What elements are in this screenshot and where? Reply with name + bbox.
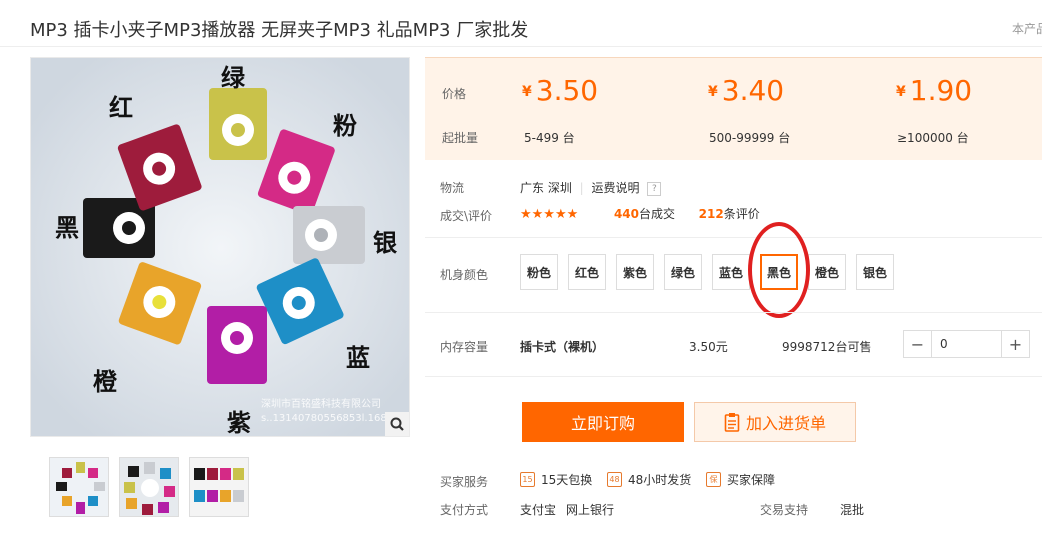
service-text: 48小时发货 (628, 473, 692, 487)
review-count[interactable]: 212 (699, 207, 724, 221)
capacity-price: 3.50元 (689, 340, 728, 354)
color-option-orange[interactable]: 橙色 (808, 254, 846, 290)
label-silver: 银 (373, 228, 397, 257)
deal-count[interactable]: 440 (614, 207, 639, 221)
price-tier-2: ¥3.40 (708, 74, 784, 107)
order-now-button[interactable]: 立即订购 (522, 402, 684, 442)
add-to-cart-button[interactable]: 加入进货单 (694, 402, 856, 442)
label-black: 黑 (55, 213, 79, 242)
stock-available: 9998712台可售 (782, 340, 872, 354)
color-option-green[interactable]: 绿色 (664, 254, 702, 290)
qty-tier-1: 5-499 台 (524, 131, 575, 145)
currency-symbol: ¥ (708, 84, 718, 100)
add-to-cart-label: 加入进货单 (745, 414, 826, 433)
deal-count-suffix: 台成交 (639, 207, 676, 221)
service-text: 15天包换 (541, 473, 593, 487)
label-orange: 橙 (93, 367, 117, 396)
page-title: MP3 插卡小夹子MP3播放器 无屏夹子MP3 礼品MP3 厂家批发 (30, 20, 529, 41)
qty-tier-3: ≥100000 台 (897, 131, 969, 145)
product-page: MP3 插卡小夹子MP3播放器 无屏夹子MP3 礼品MP3 厂家批发 本产品 (0, 0, 1042, 533)
watermark-line-1: 深圳市百铭盛科技有限公司 (261, 399, 381, 410)
currency-symbol: ¥ (522, 84, 532, 100)
deals-summary: ★★★★★ 440台成交 212条评价 (520, 205, 760, 222)
price-value: 1.90 (909, 74, 973, 107)
price-tier-3: ¥1.90 (896, 74, 972, 107)
decrement-button[interactable]: − (904, 331, 932, 357)
thumbnail-3[interactable] (189, 457, 249, 517)
player-green (209, 88, 267, 160)
color-label: 机身颜色 (440, 268, 489, 282)
qty-label: 起批量 (442, 131, 479, 145)
service-shipping[interactable]: 48 48小时发货 (607, 471, 691, 488)
color-option-silver[interactable]: 银色 (856, 254, 894, 290)
capacity-option: 插卡式（裸机） (520, 340, 605, 354)
payment-label: 支付方式 (440, 503, 489, 517)
color-option-pink[interactable]: 粉色 (520, 254, 558, 290)
zoom-icon[interactable] (385, 412, 409, 436)
header-divider (0, 46, 1042, 47)
section-divider (425, 376, 1042, 377)
logistics-location: 广东 深圳 | 运费说明 ? (520, 179, 662, 196)
main-product-image[interactable]: 绿 粉 银 蓝 紫 橙 黑 红 深圳市百铭盛科技有限公司 s..13140780… (30, 57, 410, 437)
quantity-stepper: − 0 + (903, 330, 1030, 358)
label-purple: 紫 (227, 408, 251, 437)
color-option-blue[interactable]: 蓝色 (712, 254, 750, 290)
section-divider (425, 237, 1042, 238)
logistics-label: 物流 (440, 181, 465, 195)
services-label: 买家服务 (440, 475, 489, 489)
price-label: 价格 (442, 87, 467, 101)
color-option-red[interactable]: 红色 (568, 254, 606, 290)
price-panel: 价格 起批量 ¥3.50 ¥3.40 ¥1.90 5-499 台 500-999… (425, 57, 1042, 160)
shipping-note-link[interactable]: 运费说明 (592, 181, 640, 195)
price-value: 3.40 (721, 74, 785, 107)
trade-support-label: 交易支持 (760, 503, 809, 517)
thumbnail-1[interactable] (49, 457, 109, 517)
help-icon[interactable]: ? (647, 182, 662, 196)
service-text: 买家保障 (727, 473, 776, 487)
service-exchange[interactable]: 15 15天包换 (520, 471, 592, 488)
deals-label: 成交\评价 (440, 209, 493, 223)
payment-alipay: 支付宝 (520, 503, 557, 517)
player-purple (207, 306, 267, 384)
label-red: 红 (109, 93, 133, 122)
color-option-black[interactable]: 黑色 (760, 254, 798, 290)
label-pink: 粉 (333, 111, 357, 140)
increment-button[interactable]: + (1001, 331, 1029, 357)
top-right-link[interactable]: 本产品 (1012, 20, 1042, 37)
review-count-suffix: 条评价 (723, 207, 760, 221)
location-text: 广东 深圳 (520, 181, 572, 195)
price-tier-1: ¥3.50 (522, 74, 598, 107)
price-value: 3.50 (535, 74, 599, 107)
thumbnail-2[interactable] (119, 457, 179, 517)
service-protection[interactable]: 保 买家保障 (706, 471, 775, 488)
shipping-48-icon: 48 (607, 472, 622, 487)
trade-support-value: 混批 (840, 503, 865, 517)
qty-tier-2: 500-99999 台 (709, 131, 791, 145)
capacity-label: 内存容量 (440, 340, 489, 354)
label-green: 绿 (221, 63, 245, 92)
clipboard-icon (724, 413, 740, 432)
currency-symbol: ¥ (896, 84, 906, 100)
quantity-input[interactable]: 0 (932, 331, 1001, 357)
buyer-protection-icon: 保 (706, 472, 721, 487)
player-silver (293, 206, 365, 264)
color-option-purple[interactable]: 紫色 (616, 254, 654, 290)
payment-online-bank: 网上银行 (566, 503, 615, 517)
divider: | (579, 181, 584, 195)
exchange-15-icon: 15 (520, 472, 535, 487)
section-divider (425, 312, 1042, 313)
label-blue: 蓝 (346, 343, 370, 372)
rating-stars: ★★★★★ (520, 207, 579, 222)
